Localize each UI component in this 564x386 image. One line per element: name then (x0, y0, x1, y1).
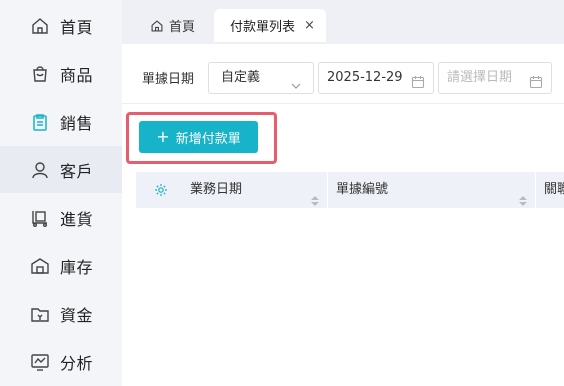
bag-icon (30, 64, 50, 84)
date-range-select[interactable]: 自定義 (208, 62, 314, 94)
highlight-box: + 新增付款單 (126, 112, 277, 164)
sort-icon[interactable] (311, 185, 319, 206)
main-panel: 單據日期 自定義 2025-12-29 請選擇日期 + 新增付款單 業務日期 單… (122, 44, 564, 386)
end-date-input[interactable]: 請選擇日期 (438, 62, 552, 94)
sidebar-item-inventory[interactable]: 庫存 (0, 242, 122, 289)
chart-monitor-icon (30, 352, 50, 372)
sort-icon[interactable] (519, 185, 527, 206)
column-header-label: 單據編號 (336, 182, 389, 197)
user-icon (30, 160, 50, 180)
home-icon (150, 19, 164, 33)
sidebar-item-products[interactable]: 商品 (0, 50, 122, 97)
wallet-icon (30, 304, 50, 324)
calendar-icon (411, 71, 425, 89)
sidebar-item-label: 銷售 (60, 113, 94, 133)
tab-payment-list[interactable]: 付款單列表 × (214, 9, 326, 42)
close-icon[interactable]: × (304, 18, 315, 33)
filter-bar: 單據日期 自定義 2025-12-29 請選擇日期 (122, 44, 564, 104)
clipboard-icon (30, 112, 50, 132)
sidebar-item-label: 進貨 (60, 209, 94, 229)
column-header-number[interactable]: 單據編號 (328, 172, 536, 208)
column-header-label: 業務日期 (190, 182, 243, 197)
sidebar-item-purchasing[interactable]: 進貨 (0, 194, 122, 241)
date-range-select-value: 自定義 (221, 70, 261, 85)
sidebar-item-label: 庫存 (60, 257, 94, 277)
sidebar-item-label: 首頁 (60, 17, 94, 37)
tab-home[interactable]: 首頁 (136, 9, 218, 42)
sidebar-item-sales[interactable]: 銷售 (0, 98, 122, 145)
chevron-down-icon (291, 73, 301, 89)
tab-label: 首頁 (169, 20, 196, 35)
sidebar-item-label: 客戶 (60, 161, 94, 181)
home-icon (30, 16, 50, 36)
plus-icon: + (156, 127, 170, 146)
table-header: 業務日期 單據編號 關聯 (136, 172, 564, 208)
gear-icon[interactable] (154, 183, 168, 197)
column-header-related[interactable]: 關聯 (536, 172, 564, 208)
end-date-placeholder: 請選擇日期 (447, 70, 513, 85)
start-date-input[interactable]: 2025-12-29 (318, 62, 434, 94)
cart-icon (30, 208, 50, 228)
date-filter-label: 單據日期 (142, 72, 195, 87)
sidebar-item-analytics[interactable]: 分析 (0, 338, 122, 385)
add-payment-button[interactable]: + 新增付款單 (139, 121, 258, 153)
sidebar-item-customers[interactable]: 客戶 (0, 146, 122, 193)
sidebar-item-funds[interactable]: 資金 (0, 290, 122, 337)
column-header-date[interactable]: 業務日期 (182, 172, 328, 208)
sidebar-item-home[interactable]: 首頁 (0, 2, 122, 49)
tab-bar: 首頁 付款單列表 × (122, 0, 564, 44)
column-header-label: 關聯 (544, 182, 564, 197)
sidebar-item-label: 商品 (60, 65, 94, 85)
calendar-icon (529, 71, 543, 89)
tab-label: 付款單列表 (230, 20, 296, 35)
sidebar-item-label: 資金 (60, 305, 94, 325)
start-date-value: 2025-12-29 (327, 70, 403, 85)
warehouse-icon (30, 256, 50, 276)
add-payment-label: 新增付款單 (175, 131, 241, 147)
sidebar: 首頁 商品 銷售 客戶 進貨 庫存 資金 分析 (0, 0, 122, 386)
sidebar-item-label: 分析 (60, 353, 94, 373)
